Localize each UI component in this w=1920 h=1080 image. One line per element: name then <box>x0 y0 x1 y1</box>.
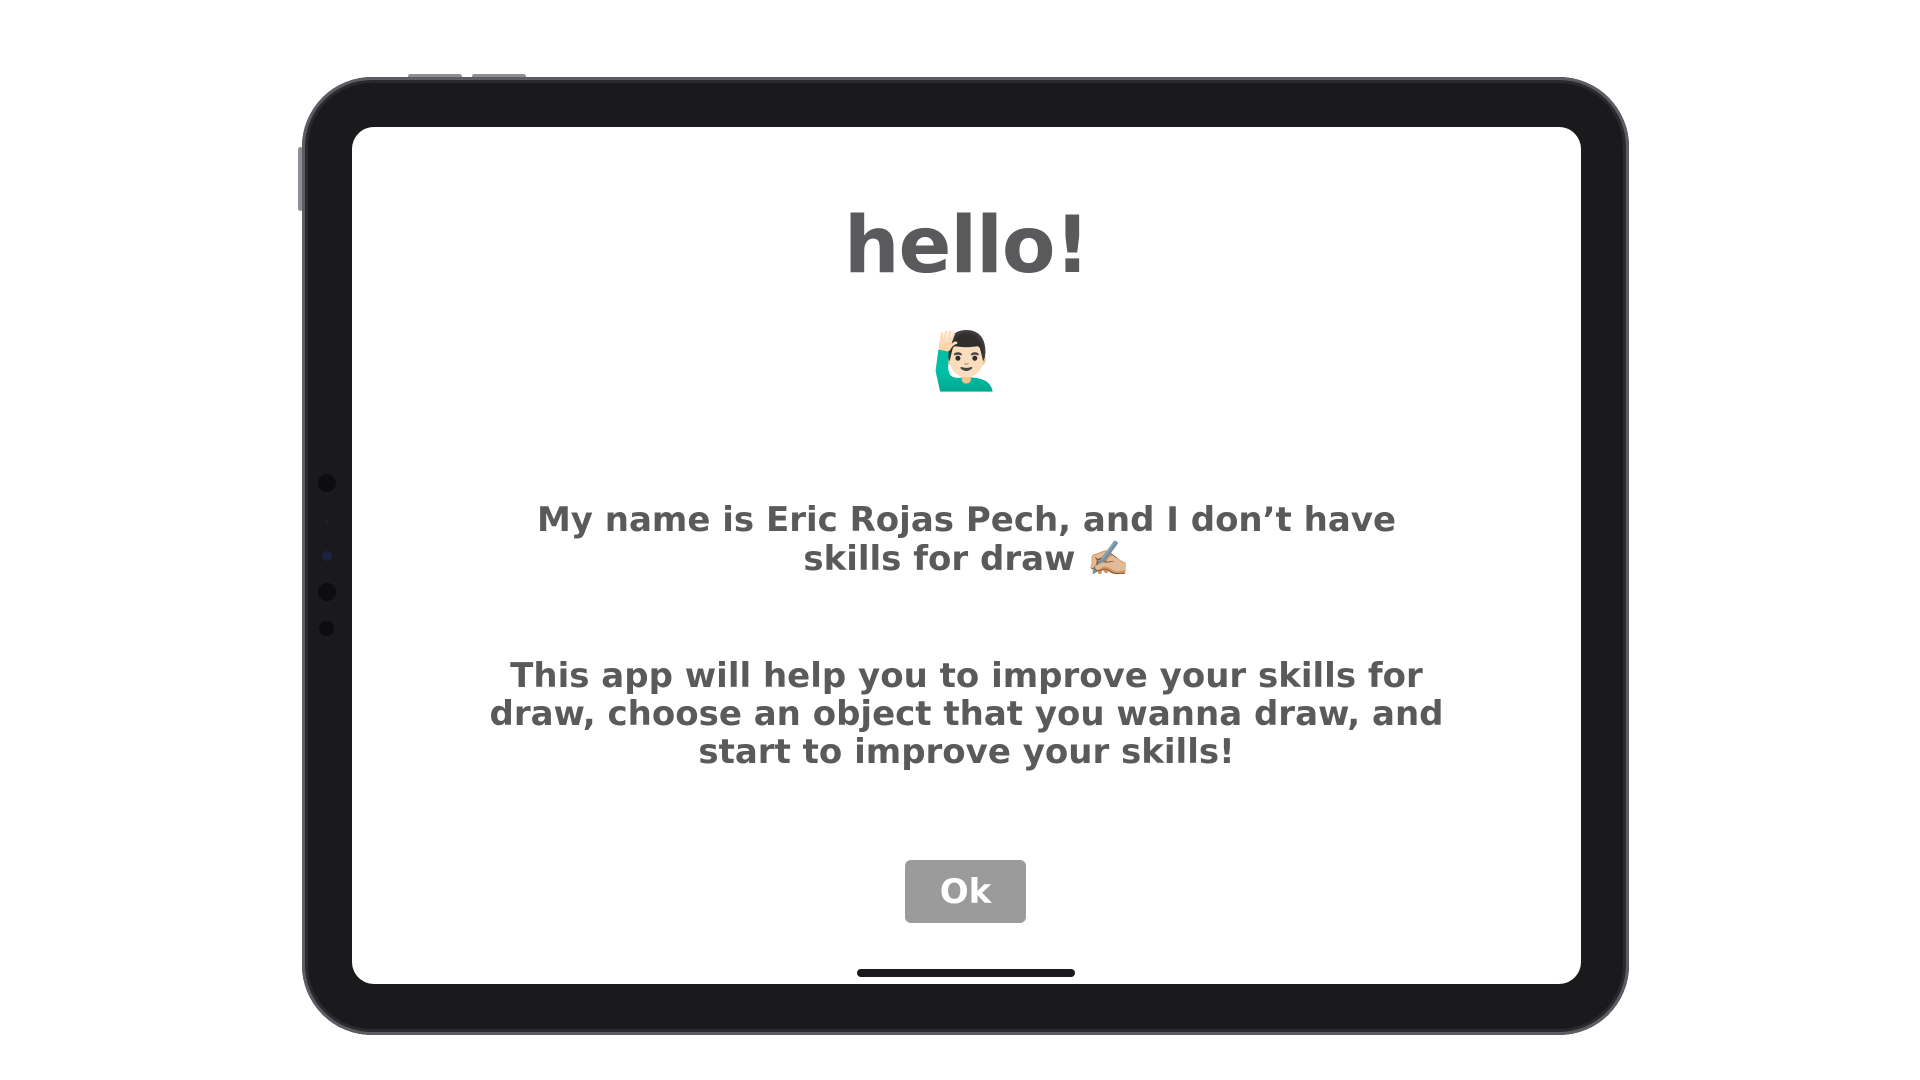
stage: hello! 🙋🏻‍♂️ My name is Eric Rojas Pech,… <box>0 0 1920 1080</box>
device-screen: hello! 🙋🏻‍♂️ My name is Eric Rojas Pech,… <box>352 127 1581 984</box>
camera-lens <box>322 551 332 561</box>
welcome-view: hello! 🙋🏻‍♂️ My name is Eric Rojas Pech,… <box>352 127 1581 984</box>
sensor-dot <box>318 474 336 492</box>
description-text: This app will help you to improve your s… <box>489 656 1444 772</box>
sensor-dot <box>325 519 329 523</box>
waving-person-icon: 🙋🏻‍♂️ <box>931 329 1002 394</box>
home-indicator[interactable] <box>857 969 1075 977</box>
sensor-dot <box>319 621 334 636</box>
ok-button[interactable]: Ok <box>905 860 1026 923</box>
page-title: hello! <box>843 201 1090 291</box>
sensor-dot <box>318 583 336 601</box>
intro-text: My name is Eric Rojas Pech, and I don’t … <box>536 500 1397 579</box>
